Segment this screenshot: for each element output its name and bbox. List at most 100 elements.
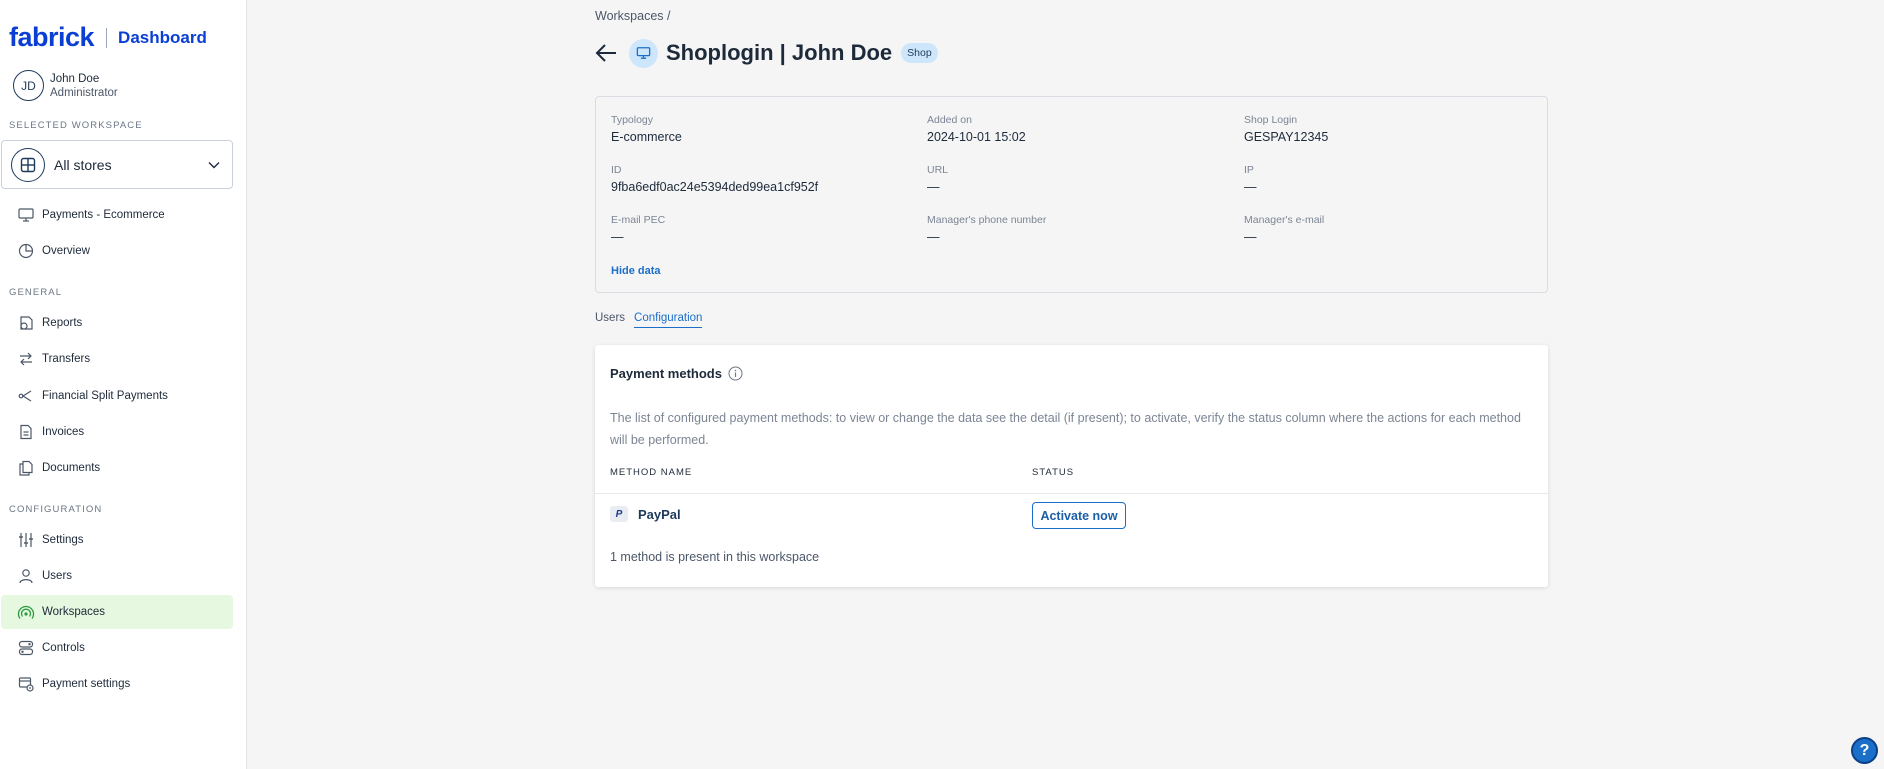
sidebar-item-label: Transfers xyxy=(42,353,91,365)
activate-now-button[interactable]: Activate now xyxy=(1032,502,1126,529)
user-role: Administrator xyxy=(50,86,118,99)
method-name[interactable]: PayPal xyxy=(638,507,681,522)
monitor-icon xyxy=(17,206,35,224)
brand-divider xyxy=(106,27,108,48)
sidebar-item-invoices[interactable]: Invoices xyxy=(1,415,233,449)
transfer-icon xyxy=(17,350,35,368)
sidebar-item-financial-split-payments[interactable]: Financial Split Payments xyxy=(1,379,233,413)
sidebar-item-reports[interactable]: Reports xyxy=(1,306,233,340)
type-badge: Shop xyxy=(901,43,938,63)
methods-count: 1 method is present in this workspace xyxy=(610,550,820,564)
field-added-on: Added on 2024-10-01 15:02 xyxy=(927,113,1026,145)
avatar: JD xyxy=(13,70,44,101)
chevron-down-icon xyxy=(208,161,220,169)
field-label: ID xyxy=(611,164,622,176)
split-icon xyxy=(17,387,35,405)
sidebar-item-label: Financial Split Payments xyxy=(42,390,168,402)
field-label: IP xyxy=(1244,164,1254,176)
field-value: — xyxy=(611,230,624,244)
monitor-icon xyxy=(629,38,658,68)
field-manager-phone: Manager's phone number — xyxy=(927,213,1046,245)
field-value: — xyxy=(1244,230,1257,244)
table-row: P PayPal xyxy=(610,506,681,522)
field-url: URL — xyxy=(927,163,948,195)
help-button[interactable]: ? xyxy=(1851,737,1878,764)
sidebar-item-label: Controls xyxy=(42,642,85,654)
report-icon xyxy=(17,314,35,332)
sidebar-item-settings[interactable]: Settings xyxy=(1,523,233,557)
field-label: Shop Login xyxy=(1244,114,1298,126)
sidebar-item-label: Payment settings xyxy=(42,678,131,690)
column-header-status: STATUS xyxy=(1032,467,1075,478)
user-name: John Doe xyxy=(50,72,100,85)
sidebar-item-label: Payments - Ecommerce xyxy=(42,209,165,221)
sidebar-item-payment-settings[interactable]: Payment settings xyxy=(1,667,233,701)
field-id: ID 9fba6edf0ac24e5394ded99ea1cf952f xyxy=(611,163,818,195)
sidebar-item-label: Documents xyxy=(42,462,101,474)
field-label: E-mail PEC xyxy=(611,214,666,226)
sidebar-item-label: Overview xyxy=(42,245,90,257)
field-label: Manager's phone number xyxy=(927,214,1047,226)
field-value: GESPAY12345 xyxy=(1244,130,1329,144)
page-header: Shoplogin | John Doe Shop xyxy=(593,38,938,68)
selected-workspace-label: SELECTED WORKSPACE xyxy=(9,120,143,131)
breadcrumb[interactable]: Workspaces / xyxy=(595,9,671,23)
brand[interactable]: fabrick Dashboard xyxy=(9,22,207,53)
sidebar: fabrick Dashboard JD John Doe Administra… xyxy=(0,0,247,769)
sidebar-item-controls[interactable]: Controls xyxy=(1,631,233,665)
field-value: 2024-10-01 15:02 xyxy=(927,130,1026,144)
payment-methods-card: Payment methods The list of configured p… xyxy=(595,345,1548,587)
field-value: — xyxy=(1244,180,1257,194)
sidebar-item-workspaces[interactable]: Workspaces xyxy=(1,595,233,629)
general-label: GENERAL xyxy=(9,287,63,298)
tab-configuration[interactable]: Configuration xyxy=(634,312,703,328)
sidebar-item-label: Invoices xyxy=(42,426,85,438)
brand-subtitle: Dashboard xyxy=(118,27,207,47)
field-ip: IP — xyxy=(1244,163,1257,195)
user-icon xyxy=(17,567,35,585)
field-typology: Typology E-commerce xyxy=(611,113,682,145)
sidebar-item-overview[interactable]: Overview xyxy=(1,234,233,268)
sidebar-item-label: Users xyxy=(42,570,73,582)
payment-settings-icon xyxy=(17,675,35,693)
sidebar-item-users[interactable]: Users xyxy=(1,559,233,593)
divider xyxy=(595,493,1548,494)
sidebar-item-payments-ecommerce[interactable]: Payments - Ecommerce xyxy=(1,198,233,232)
sidebar-item-label: Reports xyxy=(42,317,83,329)
page-title: Shoplogin | John Doe xyxy=(666,40,893,65)
field-label: URL xyxy=(927,164,949,176)
grid-icon xyxy=(11,147,45,182)
paypal-icon: P xyxy=(610,506,628,522)
sidebar-item-label: Settings xyxy=(42,534,84,546)
sidebar-item-label: Workspaces xyxy=(42,606,106,618)
sliders-icon xyxy=(17,531,35,549)
invoice-icon xyxy=(17,423,35,441)
field-shop-login: Shop Login GESPAY12345 xyxy=(1244,113,1328,145)
controls-icon xyxy=(17,639,35,657)
hide-data-link[interactable]: Hide data xyxy=(611,265,661,277)
workspace-details-card: Typology E-commerce Added on 2024-10-01 … xyxy=(595,96,1548,293)
field-email-pec: E-mail PEC — xyxy=(611,213,665,245)
tab-users[interactable]: Users xyxy=(595,312,625,328)
field-manager-email: Manager's e-mail — xyxy=(1244,213,1324,245)
column-header-method: METHOD NAME xyxy=(610,467,693,478)
workspace-select[interactable]: All stores xyxy=(1,140,233,189)
sidebar-item-documents[interactable]: Documents xyxy=(1,451,233,485)
payment-methods-title: Payment methods xyxy=(610,366,722,381)
payment-methods-description: The list of configured payment methods: … xyxy=(610,411,1521,447)
pie-chart-icon xyxy=(17,242,35,260)
tabs: Users Configuration xyxy=(595,312,703,328)
sidebar-item-transfers[interactable]: Transfers xyxy=(1,342,233,376)
field-label: Typology xyxy=(611,114,654,126)
back-arrow-icon[interactable] xyxy=(593,40,619,66)
info-icon[interactable] xyxy=(728,366,743,381)
user-profile[interactable]: JD John Doe Administrator xyxy=(13,70,118,101)
field-value: E-commerce xyxy=(611,130,682,144)
field-value: 9fba6edf0ac24e5394ded99ea1cf952f xyxy=(611,180,819,194)
documents-icon xyxy=(17,459,35,477)
brand-logo: fabrick xyxy=(9,22,95,52)
workspace-icon xyxy=(17,603,35,621)
workspace-select-value: All stores xyxy=(54,156,112,173)
field-label: Added on xyxy=(927,114,972,126)
field-value: — xyxy=(927,180,940,194)
